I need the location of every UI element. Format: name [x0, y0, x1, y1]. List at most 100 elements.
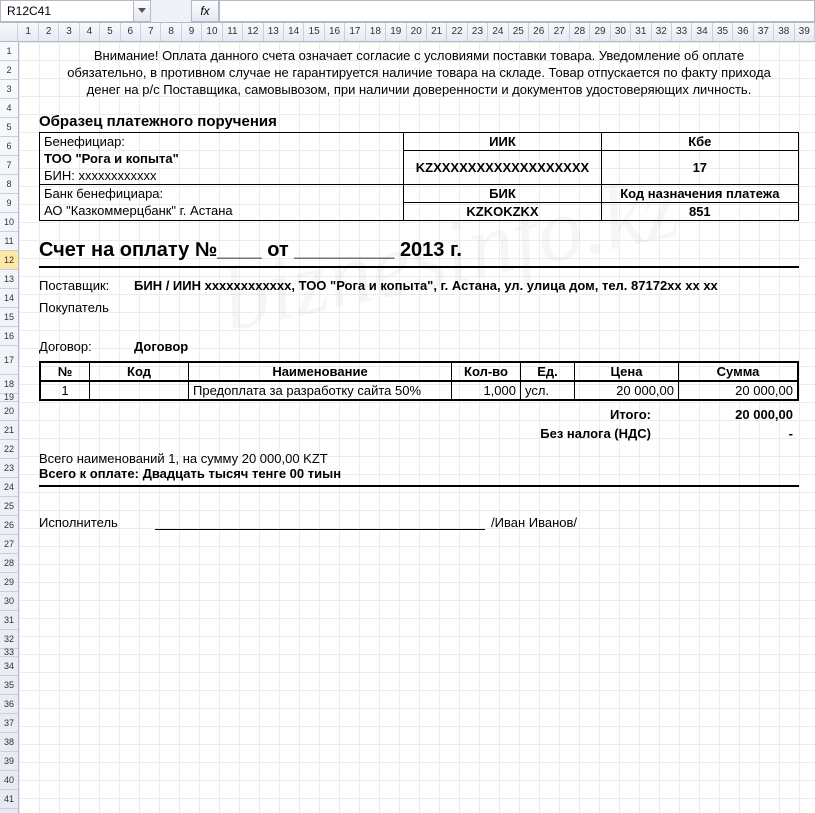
- supplier-label: Поставщик:: [39, 278, 134, 293]
- row-header[interactable]: 22: [0, 440, 18, 459]
- col-header[interactable]: 7: [141, 23, 161, 41]
- col-header[interactable]: 33: [672, 23, 692, 41]
- row-header[interactable]: 4: [0, 99, 18, 118]
- col-header[interactable]: 34: [692, 23, 712, 41]
- row-header[interactable]: 19: [0, 394, 18, 402]
- name-box-dropdown[interactable]: [133, 0, 151, 22]
- row-header[interactable]: 8: [0, 175, 18, 194]
- benef-name: ТОО "Рога и копыта": [40, 150, 403, 167]
- col-header[interactable]: 25: [509, 23, 529, 41]
- col-header[interactable]: 14: [284, 23, 304, 41]
- col-header[interactable]: 37: [754, 23, 774, 41]
- row-header[interactable]: 7: [0, 156, 18, 175]
- row-header[interactable]: 37: [0, 714, 18, 733]
- col-header[interactable]: 11: [223, 23, 243, 41]
- row-header[interactable]: 5: [0, 118, 18, 137]
- row-header[interactable]: 33: [0, 649, 18, 657]
- col-header[interactable]: 2: [39, 23, 59, 41]
- col-header[interactable]: 1: [18, 23, 38, 41]
- col-header[interactable]: 19: [386, 23, 406, 41]
- th-code: Код: [90, 362, 189, 381]
- col-header[interactable]: 6: [121, 23, 141, 41]
- row-header[interactable]: 6: [0, 137, 18, 156]
- cell-name-box[interactable]: R12C41: [0, 0, 133, 22]
- col-header[interactable]: 15: [304, 23, 324, 41]
- col-header[interactable]: 8: [161, 23, 181, 41]
- col-header[interactable]: 16: [325, 23, 345, 41]
- row-header[interactable]: 3: [0, 80, 18, 99]
- col-header[interactable]: 4: [80, 23, 100, 41]
- col-header[interactable]: 22: [447, 23, 467, 41]
- row-header[interactable]: 17: [0, 346, 18, 375]
- executor-name: /Иван Иванов/: [491, 515, 577, 530]
- row-header[interactable]: 28: [0, 554, 18, 573]
- row-header[interactable]: 15: [0, 308, 18, 327]
- row-header[interactable]: 36: [0, 695, 18, 714]
- col-header[interactable]: 3: [59, 23, 79, 41]
- col-header[interactable]: 35: [713, 23, 733, 41]
- row-header[interactable]: 24: [0, 478, 18, 497]
- col-header[interactable]: 26: [529, 23, 549, 41]
- row-header[interactable]: 26: [0, 516, 18, 535]
- insert-function-button[interactable]: fx: [191, 0, 219, 22]
- col-header[interactable]: 29: [590, 23, 610, 41]
- col-header[interactable]: 31: [631, 23, 651, 41]
- row-header[interactable]: 35: [0, 676, 18, 695]
- row-header[interactable]: 27: [0, 535, 18, 554]
- col-header[interactable]: 12: [243, 23, 263, 41]
- row-header[interactable]: 16: [0, 327, 18, 346]
- col-header[interactable]: 30: [611, 23, 631, 41]
- col-header[interactable]: 17: [345, 23, 365, 41]
- col-header[interactable]: 21: [427, 23, 447, 41]
- col-header[interactable]: 10: [202, 23, 222, 41]
- col-header[interactable]: 28: [570, 23, 590, 41]
- worksheet-cells[interactable]: biznesinfo.kz Внимание! Оплата данного с…: [19, 42, 815, 813]
- th-price: Цена: [575, 362, 679, 381]
- col-header[interactable]: 38: [774, 23, 794, 41]
- cell-n: 1: [40, 381, 90, 400]
- col-header[interactable]: 23: [468, 23, 488, 41]
- col-header[interactable]: 9: [182, 23, 202, 41]
- row-header[interactable]: 11: [0, 232, 18, 251]
- col-header[interactable]: 5: [100, 23, 120, 41]
- row-header[interactable]: 14: [0, 289, 18, 308]
- row-header[interactable]: 1: [0, 42, 18, 61]
- row-header[interactable]: 20: [0, 402, 18, 421]
- row-header[interactable]: 31: [0, 611, 18, 630]
- row-header[interactable]: 25: [0, 497, 18, 516]
- col-header[interactable]: 27: [549, 23, 569, 41]
- col-header[interactable]: 18: [366, 23, 386, 41]
- bank-name: АО "Казкоммерцбанк" г. Астана: [40, 202, 404, 220]
- col-header[interactable]: 20: [407, 23, 427, 41]
- row-header[interactable]: 2: [0, 61, 18, 80]
- row-header[interactable]: 29: [0, 573, 18, 592]
- col-header[interactable]: 39: [795, 23, 815, 41]
- kbe-label: Кбе: [601, 132, 798, 150]
- formula-bar[interactable]: [219, 0, 815, 22]
- select-all-corner[interactable]: [0, 23, 18, 41]
- th-n: №: [40, 362, 90, 381]
- warning-text: Внимание! Оплата данного счета означает …: [39, 42, 799, 103]
- col-header[interactable]: 13: [264, 23, 284, 41]
- row-header[interactable]: 23: [0, 459, 18, 478]
- col-header[interactable]: 36: [733, 23, 753, 41]
- row-header[interactable]: 9: [0, 194, 18, 213]
- row-header[interactable]: 30: [0, 592, 18, 611]
- row-header[interactable]: 21: [0, 421, 18, 440]
- row-header[interactable]: 41: [0, 790, 18, 809]
- col-header[interactable]: 32: [652, 23, 672, 41]
- row-header[interactable]: 40: [0, 771, 18, 790]
- col-header[interactable]: 24: [488, 23, 508, 41]
- bik-label: БИК: [404, 184, 601, 202]
- row-header[interactable]: 10: [0, 213, 18, 232]
- nds-label: Без налога (НДС): [39, 424, 657, 443]
- cell-sum: 20 000,00: [679, 381, 799, 400]
- row-header[interactable]: 34: [0, 657, 18, 676]
- row-header[interactable]: 38: [0, 733, 18, 752]
- row-header[interactable]: 13: [0, 270, 18, 289]
- row-header[interactable]: 12: [0, 251, 18, 270]
- items-table: № Код Наименование Кол-во Ед. Цена Сумма…: [39, 361, 799, 401]
- row-header[interactable]: 39: [0, 752, 18, 771]
- signature-line: [155, 529, 485, 530]
- code-label: Код назначения платежа: [601, 184, 798, 202]
